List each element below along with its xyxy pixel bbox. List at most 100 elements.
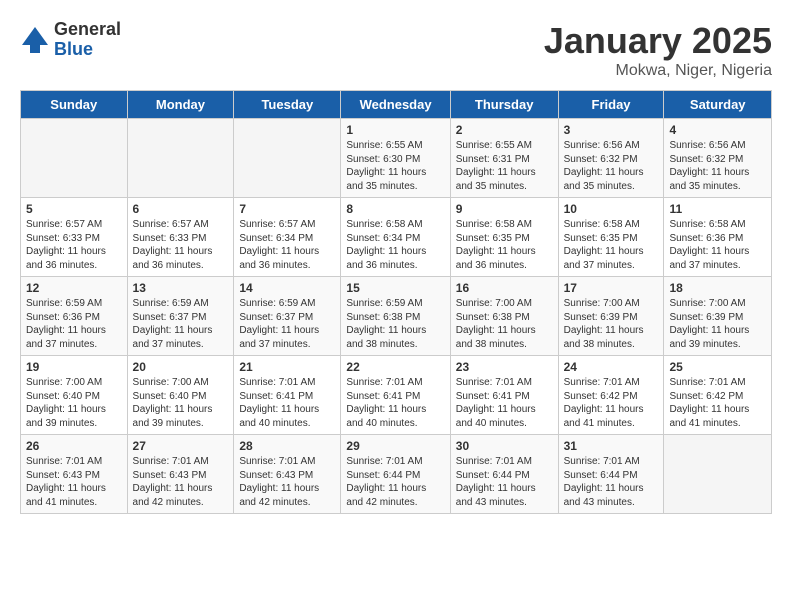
calendar-cell: 6 Sunrise: 6:57 AMSunset: 6:33 PMDayligh… [127,198,234,277]
day-of-week-header: Saturday [664,91,772,119]
day-info: Sunrise: 6:57 AMSunset: 6:33 PMDaylight:… [26,218,122,272]
calendar-cell: 29 Sunrise: 7:01 AMSunset: 6:44 PMDaylig… [341,435,450,514]
day-info: Sunrise: 6:56 AMSunset: 6:32 PMDaylight:… [669,139,766,193]
day-number: 5 [26,202,122,216]
calendar-cell: 28 Sunrise: 7:01 AMSunset: 6:43 PMDaylig… [234,435,341,514]
calendar-cell: 12 Sunrise: 6:59 AMSunset: 6:36 PMDaylig… [21,277,128,356]
calendar-cell [664,435,772,514]
day-info: Sunrise: 7:00 AMSunset: 6:39 PMDaylight:… [564,297,659,351]
day-info: Sunrise: 7:01 AMSunset: 6:44 PMDaylight:… [564,455,659,509]
calendar-table: SundayMondayTuesdayWednesdayThursdayFrid… [20,90,772,514]
day-info: Sunrise: 7:01 AMSunset: 6:41 PMDaylight:… [346,376,444,430]
calendar-subtitle: Mokwa, Niger, Nigeria [544,62,772,80]
day-info: Sunrise: 7:00 AMSunset: 6:40 PMDaylight:… [133,376,229,430]
page-header: General Blue January 2025 Mokwa, Niger, … [20,20,772,80]
day-number: 7 [239,202,335,216]
day-number: 1 [346,123,444,137]
logo-text: General Blue [54,20,121,60]
day-number: 16 [456,281,553,295]
day-info: Sunrise: 7:01 AMSunset: 6:42 PMDaylight:… [669,376,766,430]
day-info: Sunrise: 7:01 AMSunset: 6:43 PMDaylight:… [239,455,335,509]
logo-blue: Blue [54,40,121,60]
calendar-cell: 25 Sunrise: 7:01 AMSunset: 6:42 PMDaylig… [664,356,772,435]
logo-icon [20,25,50,55]
calendar-week-row: 5 Sunrise: 6:57 AMSunset: 6:33 PMDayligh… [21,198,772,277]
day-number: 9 [456,202,553,216]
day-number: 18 [669,281,766,295]
day-of-week-header: Tuesday [234,91,341,119]
calendar-cell: 30 Sunrise: 7:01 AMSunset: 6:44 PMDaylig… [450,435,558,514]
day-number: 29 [346,439,444,453]
day-number: 26 [26,439,122,453]
logo-general: General [54,20,121,40]
day-info: Sunrise: 7:00 AMSunset: 6:39 PMDaylight:… [669,297,766,351]
calendar-cell: 15 Sunrise: 6:59 AMSunset: 6:38 PMDaylig… [341,277,450,356]
calendar-cell: 8 Sunrise: 6:58 AMSunset: 6:34 PMDayligh… [341,198,450,277]
calendar-cell: 14 Sunrise: 6:59 AMSunset: 6:37 PMDaylig… [234,277,341,356]
day-info: Sunrise: 7:01 AMSunset: 6:41 PMDaylight:… [239,376,335,430]
day-number: 14 [239,281,335,295]
day-info: Sunrise: 7:01 AMSunset: 6:41 PMDaylight:… [456,376,553,430]
day-number: 17 [564,281,659,295]
calendar-cell: 16 Sunrise: 7:00 AMSunset: 6:38 PMDaylig… [450,277,558,356]
calendar-cell: 23 Sunrise: 7:01 AMSunset: 6:41 PMDaylig… [450,356,558,435]
calendar-cell: 2 Sunrise: 6:55 AMSunset: 6:31 PMDayligh… [450,119,558,198]
calendar-header-row: SundayMondayTuesdayWednesdayThursdayFrid… [21,91,772,119]
calendar-cell: 4 Sunrise: 6:56 AMSunset: 6:32 PMDayligh… [664,119,772,198]
calendar-cell: 21 Sunrise: 7:01 AMSunset: 6:41 PMDaylig… [234,356,341,435]
day-of-week-header: Sunday [21,91,128,119]
calendar-cell [21,119,128,198]
calendar-cell: 24 Sunrise: 7:01 AMSunset: 6:42 PMDaylig… [558,356,664,435]
day-number: 25 [669,360,766,374]
day-number: 28 [239,439,335,453]
calendar-cell: 11 Sunrise: 6:58 AMSunset: 6:36 PMDaylig… [664,198,772,277]
logo: General Blue [20,20,121,60]
day-info: Sunrise: 7:01 AMSunset: 6:42 PMDaylight:… [564,376,659,430]
calendar-week-row: 19 Sunrise: 7:00 AMSunset: 6:40 PMDaylig… [21,356,772,435]
day-of-week-header: Wednesday [341,91,450,119]
day-info: Sunrise: 6:58 AMSunset: 6:36 PMDaylight:… [669,218,766,272]
calendar-cell: 5 Sunrise: 6:57 AMSunset: 6:33 PMDayligh… [21,198,128,277]
day-info: Sunrise: 6:59 AMSunset: 6:37 PMDaylight:… [239,297,335,351]
day-info: Sunrise: 6:59 AMSunset: 6:37 PMDaylight:… [133,297,229,351]
day-number: 24 [564,360,659,374]
day-info: Sunrise: 6:59 AMSunset: 6:38 PMDaylight:… [346,297,444,351]
day-info: Sunrise: 7:01 AMSunset: 6:44 PMDaylight:… [346,455,444,509]
calendar-cell [234,119,341,198]
day-number: 19 [26,360,122,374]
calendar-week-row: 1 Sunrise: 6:55 AMSunset: 6:30 PMDayligh… [21,119,772,198]
calendar-cell: 1 Sunrise: 6:55 AMSunset: 6:30 PMDayligh… [341,119,450,198]
calendar-cell: 18 Sunrise: 7:00 AMSunset: 6:39 PMDaylig… [664,277,772,356]
calendar-cell: 31 Sunrise: 7:01 AMSunset: 6:44 PMDaylig… [558,435,664,514]
calendar-cell: 19 Sunrise: 7:00 AMSunset: 6:40 PMDaylig… [21,356,128,435]
day-number: 21 [239,360,335,374]
day-of-week-header: Friday [558,91,664,119]
day-info: Sunrise: 6:56 AMSunset: 6:32 PMDaylight:… [564,139,659,193]
day-number: 2 [456,123,553,137]
day-info: Sunrise: 7:00 AMSunset: 6:40 PMDaylight:… [26,376,122,430]
day-info: Sunrise: 7:01 AMSunset: 6:43 PMDaylight:… [133,455,229,509]
calendar-cell: 22 Sunrise: 7:01 AMSunset: 6:41 PMDaylig… [341,356,450,435]
day-number: 22 [346,360,444,374]
calendar-cell [127,119,234,198]
day-info: Sunrise: 6:58 AMSunset: 6:35 PMDaylight:… [564,218,659,272]
day-number: 8 [346,202,444,216]
day-info: Sunrise: 6:58 AMSunset: 6:35 PMDaylight:… [456,218,553,272]
day-number: 12 [26,281,122,295]
calendar-cell: 20 Sunrise: 7:00 AMSunset: 6:40 PMDaylig… [127,356,234,435]
calendar-cell: 7 Sunrise: 6:57 AMSunset: 6:34 PMDayligh… [234,198,341,277]
calendar-cell: 17 Sunrise: 7:00 AMSunset: 6:39 PMDaylig… [558,277,664,356]
day-info: Sunrise: 6:59 AMSunset: 6:36 PMDaylight:… [26,297,122,351]
day-number: 27 [133,439,229,453]
calendar-title: January 2025 [544,20,772,62]
day-number: 20 [133,360,229,374]
day-info: Sunrise: 6:57 AMSunset: 6:34 PMDaylight:… [239,218,335,272]
day-number: 6 [133,202,229,216]
day-number: 3 [564,123,659,137]
calendar-cell: 13 Sunrise: 6:59 AMSunset: 6:37 PMDaylig… [127,277,234,356]
day-info: Sunrise: 6:55 AMSunset: 6:30 PMDaylight:… [346,139,444,193]
calendar-week-row: 26 Sunrise: 7:01 AMSunset: 6:43 PMDaylig… [21,435,772,514]
day-info: Sunrise: 6:55 AMSunset: 6:31 PMDaylight:… [456,139,553,193]
calendar-cell: 10 Sunrise: 6:58 AMSunset: 6:35 PMDaylig… [558,198,664,277]
calendar-cell: 26 Sunrise: 7:01 AMSunset: 6:43 PMDaylig… [21,435,128,514]
